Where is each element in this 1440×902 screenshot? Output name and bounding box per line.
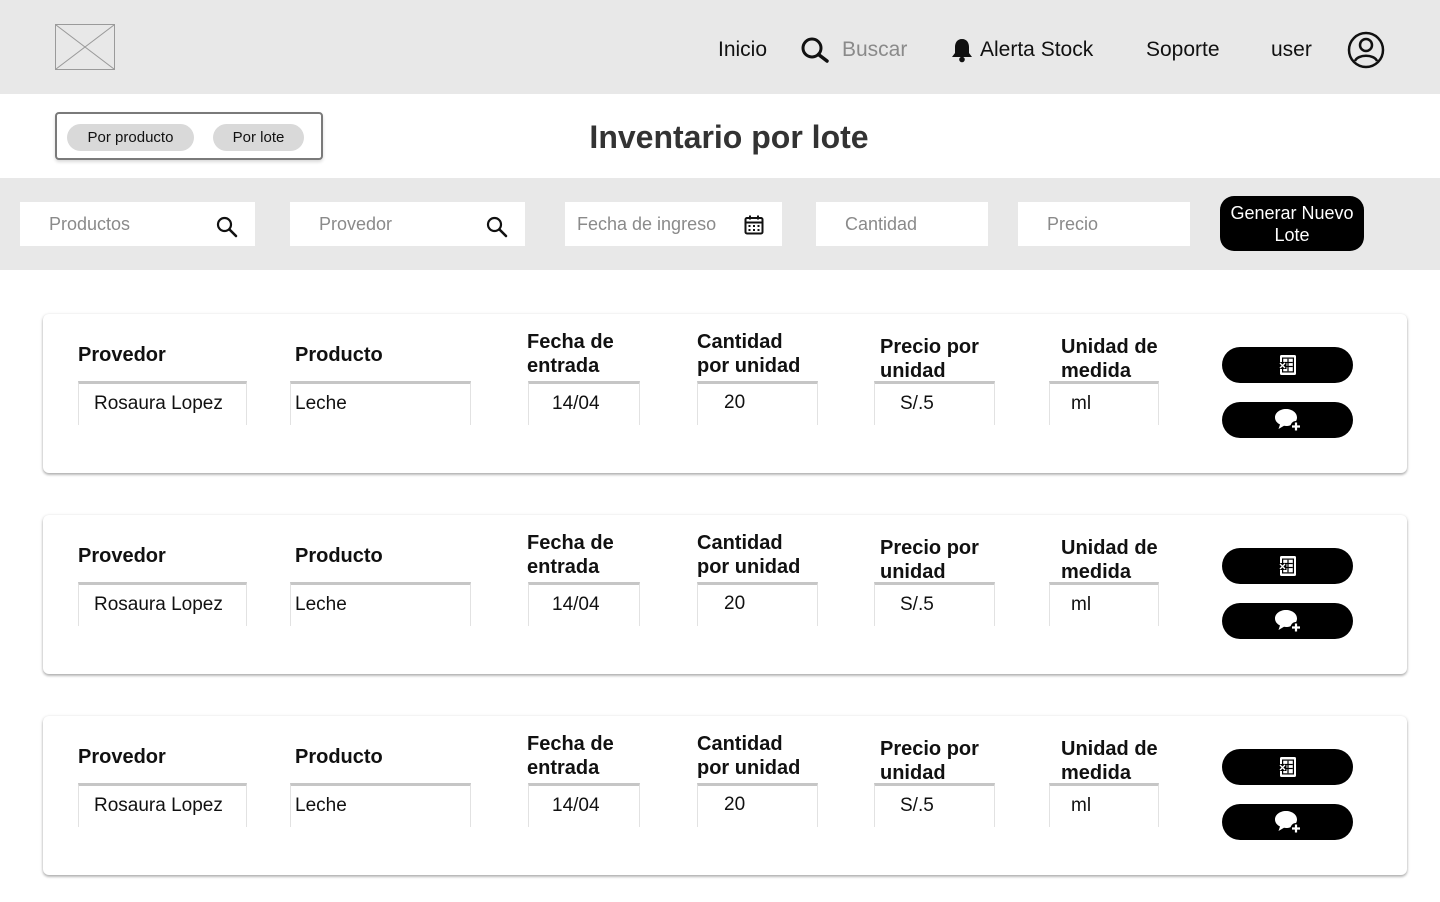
- add-comment-icon: [1274, 610, 1301, 633]
- excel-file-icon: [1278, 556, 1296, 576]
- nav-inicio[interactable]: Inicio: [718, 36, 767, 64]
- label-unidad-de-medida: Unidad de medida: [1061, 335, 1158, 383]
- label-cantidad-line1: Cantidad: [697, 532, 783, 554]
- toggle-por-lote[interactable]: Por lote: [213, 124, 304, 151]
- label-fecha-line1: Fecha de: [527, 331, 614, 353]
- filter-bar: Generar Nuevo Lote: [0, 178, 1440, 270]
- toggle-por-producto[interactable]: Por producto: [67, 124, 194, 151]
- label-fecha-line2: entrada: [527, 355, 600, 377]
- view-toggle: Por producto Por lote: [55, 112, 323, 160]
- excel-file-icon: [1278, 355, 1296, 375]
- producto-field[interactable]: Leche: [290, 381, 471, 425]
- precio-field[interactable]: S/.5: [874, 582, 995, 626]
- search-icon[interactable]: [486, 216, 508, 238]
- label-precio-por-unidad: Precio por unidad: [880, 737, 979, 785]
- label-fecha-entrada: Fecha de entrada: [527, 531, 614, 579]
- label-producto: Producto: [295, 344, 383, 366]
- label-precio-line1: Precio por: [880, 336, 979, 358]
- label-cantidad-line1: Cantidad: [697, 331, 783, 353]
- label-producto: Producto: [295, 545, 383, 567]
- label-precio-line2: unidad: [880, 561, 946, 583]
- label-cantidad-por-unidad: Cantidad por unidad: [697, 330, 800, 378]
- provedor-field[interactable]: Rosaura Lopez: [78, 783, 247, 827]
- search-icon[interactable]: [216, 216, 238, 238]
- label-unidad-line1: Unidad de: [1061, 336, 1158, 358]
- label-unidad-de-medida: Unidad de medida: [1061, 536, 1158, 584]
- label-fecha-line2: entrada: [527, 556, 600, 578]
- logo-placeholder-image: [55, 24, 115, 70]
- label-cantidad-line2: por unidad: [697, 757, 801, 779]
- cantidad-field[interactable]: 20: [697, 381, 818, 425]
- unidad-field[interactable]: ml: [1049, 582, 1159, 626]
- label-cantidad-line2: por unidad: [697, 355, 801, 377]
- search-icon: [801, 37, 829, 63]
- nav-user[interactable]: user: [1271, 36, 1312, 64]
- label-cantidad-line2: por unidad: [697, 556, 801, 578]
- label-unidad-line2: medida: [1061, 360, 1132, 382]
- lote-card: Provedor Producto Fecha de entrada Canti…: [43, 314, 1407, 473]
- precio-field[interactable]: S/.5: [874, 381, 995, 425]
- page-title: Inventario por lote: [589, 119, 869, 155]
- add-comment-button[interactable]: [1222, 402, 1353, 438]
- label-unidad-de-medida: Unidad de medida: [1061, 737, 1158, 785]
- label-provedor: Provedor: [78, 746, 166, 768]
- label-cantidad-por-unidad: Cantidad por unidad: [697, 732, 800, 780]
- cantidad-filter-input[interactable]: [816, 202, 988, 246]
- export-excel-button[interactable]: [1222, 347, 1353, 383]
- label-fecha-entrada: Fecha de entrada: [527, 330, 614, 378]
- label-fecha-line2: entrada: [527, 757, 600, 779]
- fecha-field[interactable]: 14/04: [528, 582, 640, 626]
- fecha-field[interactable]: 14/04: [528, 381, 640, 425]
- nav-soporte[interactable]: Soporte: [1146, 36, 1220, 64]
- label-cantidad-line1: Cantidad: [697, 733, 783, 755]
- add-comment-icon: [1274, 811, 1301, 834]
- label-producto: Producto: [295, 746, 383, 768]
- label-unidad-line1: Unidad de: [1061, 537, 1158, 559]
- calendar-icon[interactable]: [744, 215, 764, 235]
- excel-file-icon: [1278, 757, 1296, 777]
- label-cantidad-por-unidad: Cantidad por unidad: [697, 531, 800, 579]
- precio-field[interactable]: S/.5: [874, 783, 995, 827]
- producto-field[interactable]: Leche: [290, 783, 471, 827]
- provedor-field[interactable]: Rosaura Lopez: [78, 381, 247, 425]
- label-provedor: Provedor: [78, 344, 166, 366]
- lote-card: Provedor Producto Fecha de entrada Canti…: [43, 515, 1407, 674]
- lote-card: Provedor Producto Fecha de entrada Canti…: [43, 716, 1407, 875]
- label-fecha-entrada: Fecha de entrada: [527, 732, 614, 780]
- label-unidad-line2: medida: [1061, 762, 1132, 784]
- fecha-field[interactable]: 14/04: [528, 783, 640, 827]
- label-precio-por-unidad: Precio por unidad: [880, 536, 979, 584]
- label-precio-line1: Precio por: [880, 537, 979, 559]
- unidad-field[interactable]: ml: [1049, 381, 1159, 425]
- nav-search-label: Buscar: [842, 38, 908, 61]
- add-comment-button[interactable]: [1222, 603, 1353, 639]
- cantidad-field[interactable]: 20: [697, 582, 818, 626]
- user-avatar-icon[interactable]: [1347, 31, 1385, 69]
- label-provedor: Provedor: [78, 545, 166, 567]
- producto-field[interactable]: Leche: [290, 582, 471, 626]
- bell-icon: [952, 39, 972, 63]
- generar-nuevo-lote-button[interactable]: Generar Nuevo Lote: [1220, 196, 1364, 251]
- label-unidad-line2: medida: [1061, 561, 1132, 583]
- export-excel-button[interactable]: [1222, 749, 1353, 785]
- label-fecha-line1: Fecha de: [527, 733, 614, 755]
- unidad-field[interactable]: ml: [1049, 783, 1159, 827]
- export-excel-button[interactable]: [1222, 548, 1353, 584]
- label-precio-por-unidad: Precio por unidad: [880, 335, 979, 383]
- provedor-field[interactable]: Rosaura Lopez: [78, 582, 247, 626]
- add-comment-button[interactable]: [1222, 804, 1353, 840]
- nav-search[interactable]: Buscar: [800, 36, 907, 64]
- label-precio-line2: unidad: [880, 360, 946, 382]
- top-navbar: Inicio Buscar Alerta Stock Soporte user: [0, 0, 1440, 94]
- nav-alerta-stock[interactable]: Alerta Stock: [950, 36, 1093, 64]
- label-unidad-line1: Unidad de: [1061, 738, 1158, 760]
- nav-alerta-label: Alerta Stock: [980, 38, 1094, 61]
- precio-filter-input[interactable]: [1018, 202, 1190, 246]
- label-precio-line2: unidad: [880, 762, 946, 784]
- label-precio-line1: Precio por: [880, 738, 979, 760]
- cantidad-field[interactable]: 20: [697, 783, 818, 827]
- add-comment-icon: [1274, 409, 1301, 432]
- label-fecha-line1: Fecha de: [527, 532, 614, 554]
